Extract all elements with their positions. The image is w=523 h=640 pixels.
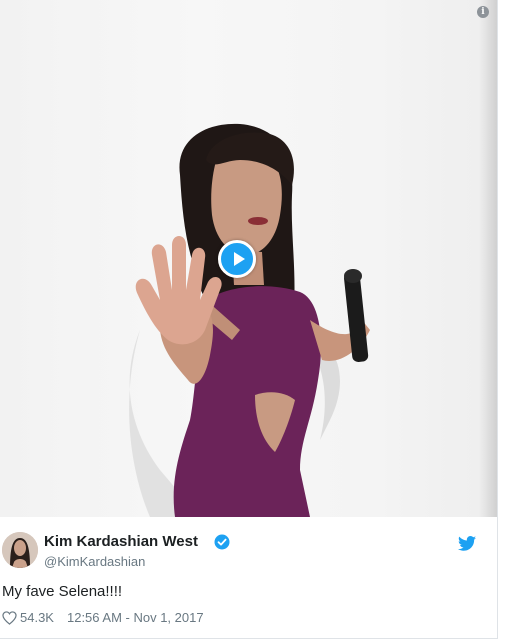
- avatar[interactable]: [2, 532, 38, 568]
- verified-badge-icon: [214, 534, 230, 550]
- media-edge-shadow: [479, 0, 497, 517]
- heart-icon[interactable]: [2, 610, 17, 625]
- user-handle[interactable]: @KimKardashian: [44, 554, 145, 569]
- display-name[interactable]: Kim Kardashian West: [44, 533, 198, 550]
- tweet-meta: 54.3K 12:56 AM - Nov 1, 2017: [2, 610, 204, 625]
- tweet-text: My fave Selena!!!!: [2, 583, 123, 600]
- video-player[interactable]: i: [0, 0, 497, 517]
- info-icon[interactable]: i: [477, 6, 489, 18]
- like-count[interactable]: 54.3K: [20, 610, 54, 625]
- tweet-card: i Kim Kardashian West @KimKardashian My …: [0, 0, 498, 639]
- play-icon: [234, 252, 245, 266]
- twitter-bird-icon[interactable]: [458, 536, 476, 551]
- play-button[interactable]: [218, 240, 256, 278]
- tweet-timestamp[interactable]: 12:56 AM - Nov 1, 2017: [67, 610, 204, 625]
